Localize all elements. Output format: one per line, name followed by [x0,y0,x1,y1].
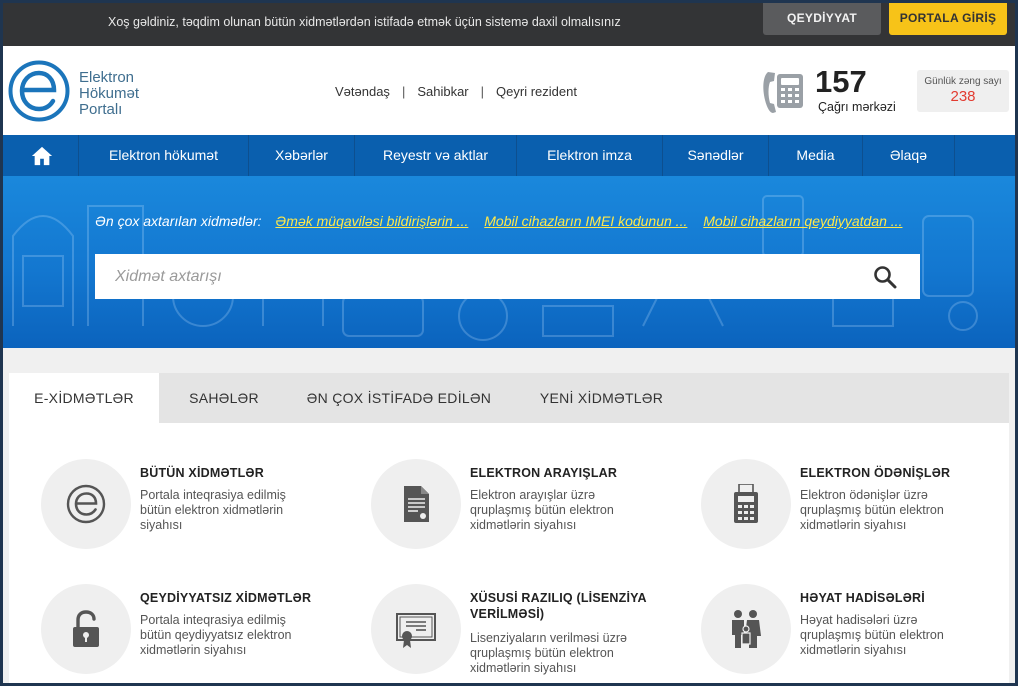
popular-link-device-registration[interactable]: Mobil cihazların qeydiyyatdan ... [703,213,902,229]
service-title[interactable]: ELEKTRON ARAYIŞLAR [470,465,650,481]
nav-item-news[interactable]: Xəbərlər [249,135,355,176]
service-icon-circle [701,584,791,674]
service-licensing[interactable]: XÜSUSİ RAZILIQ (LİSENZİYA VERİLMƏSİ) Lis… [346,584,646,683]
service-tabs: E-XİDMƏTLƏR SAHƏLƏR ƏN ÇOX İSTİFADƏ EDİL… [9,373,1009,423]
family-icon [732,610,761,648]
service-life-events[interactable]: HƏYAT HADİSƏLƏRİ Həyat hadisələri üzrə q… [676,584,976,683]
daily-calls-value: 238 [950,88,976,105]
home-button[interactable] [3,135,79,176]
popular-link-labor-contract[interactable]: Əmək müqaviləsi bildirişlərin ... [275,213,468,229]
register-button[interactable]: QEYDİYYAT [763,3,881,35]
service-search-input[interactable] [95,254,855,299]
service-icon-circle [701,459,791,549]
top-bar: Xoş gəldiniz, təqdim olunan bütün xidmət… [3,3,1015,46]
service-all[interactable]: BÜTÜN XİDMƏTLƏR Portala inteqrasiya edil… [16,459,316,559]
call-center-label: Çağrı mərkəzi [818,100,896,114]
logo-text[interactable]: Elektron Hökumət Portalı [79,70,139,118]
search-icon[interactable] [873,265,897,289]
service-description: Portala inteqrasiya edilmiş bütün qeydiy… [140,613,292,657]
service-icon-circle [371,459,461,549]
service-unregistered[interactable]: QEYDİYYATSIZ XİDMƏTLƏR Portala inteqrasi… [16,584,316,683]
nav-item-contact[interactable]: Əlaqə [863,135,955,176]
nav-link-non-resident[interactable]: Qeyri rezident [496,84,577,99]
certificate-icon [396,613,436,648]
service-e-certificates[interactable]: ELEKTRON ARAYIŞLAR Elektron arayışlar üz… [346,459,646,559]
popular-link-imei[interactable]: Mobil cihazların IMEI kodunun ... [484,213,687,229]
service-icon-circle [371,584,461,674]
tab-fields[interactable]: SAHƏLƏR [159,373,289,423]
user-type-nav: Vətəndaş | Sahibkar | Qeyri rezident [335,84,577,99]
nav-item-egov[interactable]: Elektron hökumət [79,135,249,176]
service-icon-circle [41,584,131,674]
nav-link-citizen[interactable]: Vətəndaş [335,84,390,99]
hero-search-section: Ən çox axtarılan xidmətlər: Əmək müqavil… [3,176,1015,348]
nav-item-documents[interactable]: Sənədlər [663,135,769,176]
separator: | [401,84,406,99]
browser-page: Xoş gəldiniz, təqdim olunan bütün xidmət… [0,0,1018,686]
unlock-icon [73,610,99,647]
service-e-payments[interactable]: ELEKTRON ÖDƏNİŞLƏR Elektron ödənişlər üz… [676,459,976,559]
tab-new-services[interactable]: YENİ XİDMƏTLƏR [509,373,694,423]
welcome-message: Xoş gəldiniz, təqdim olunan bütün xidmət… [108,15,621,29]
services-panel: E-XİDMƏTLƏR SAHƏLƏR ƏN ÇOX İSTİFADƏ EDİL… [9,373,1009,683]
call-center-number[interactable]: 157 [815,66,867,98]
service-description: Portala inteqrasiya edilmiş bütün elektr… [140,488,286,532]
daily-calls-box: Günlük zəng sayı 238 [917,70,1009,112]
service-description: Lisenziyaların verilməsi üzrə qruplaşmış… [470,631,628,675]
nav-item-registry[interactable]: Reyestr və aktlar [355,135,517,176]
tab-most-used[interactable]: ƏN ÇOX İSTİFADƏ EDİLƏN [289,373,509,423]
service-search-box [95,254,920,299]
nav-item-media[interactable]: Media [769,135,863,176]
tab-e-services[interactable]: E-XİDMƏTLƏR [9,373,159,423]
service-title[interactable]: ELEKTRON ÖDƏNİŞLƏR [800,465,980,481]
service-title[interactable]: BÜTÜN XİDMƏTLƏR [140,465,320,481]
home-icon [31,146,53,166]
separator: | [480,84,485,99]
service-title[interactable]: XÜSUSİ RAZILIQ (LİSENZİYA VERİLMƏSİ) [470,590,650,622]
daily-calls-label: Günlük zəng sayı [924,76,1002,87]
nav-link-entrepreneur[interactable]: Sahibkar [417,84,468,99]
phone-icon [763,72,803,113]
nav-item-esignature[interactable]: Elektron imza [517,135,663,176]
service-title[interactable]: QEYDİYYATSIZ XİDMƏTLƏR [140,590,320,606]
main-nav: Elektron hökumət Xəbərlər Reyestr və akt… [3,135,1015,176]
service-description: Elektron ödənişlər üzrə qruplaşmış bütün… [800,488,944,532]
logo-line: Hökumət [79,85,140,102]
egov-logo-icon[interactable] [8,60,70,122]
service-description: Elektron arayışlar üzrə qruplaşmış bütün… [470,488,614,532]
calculator-icon [734,484,758,523]
portal-login-button[interactable]: PORTALA GİRİŞ [889,3,1007,35]
service-icon-circle [41,459,131,549]
popular-services: Ən çox axtarılan xidmətlər: Əmək müqavil… [95,213,914,229]
service-title[interactable]: HƏYAT HADİSƏLƏRİ [800,590,980,606]
popular-label: Ən çox axtarılan xidmətlər: [95,213,262,229]
site-header: Elektron Hökumət Portalı Vətəndaş | Sahibk… [3,46,1015,135]
logo-line: Elektron [79,69,135,86]
egov-logo-icon [66,484,106,524]
document-icon [404,486,429,522]
services-section: E-XİDMƏTLƏR SAHƏLƏR ƏN ÇOX İSTİFADƏ EDİL… [3,348,1015,683]
logo-line: Portalı [79,101,123,118]
service-description: Həyat hadisələri üzrə qruplaşmış bütün e… [800,613,944,657]
